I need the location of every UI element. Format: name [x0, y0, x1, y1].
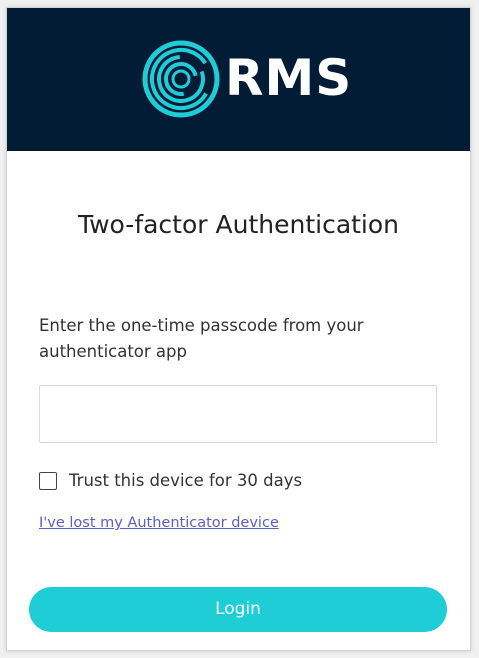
login-card: RMS Two-factor Authentication Enter the …: [6, 7, 471, 651]
trust-device-label[interactable]: Trust this device for 30 days: [69, 470, 302, 492]
brand-header: RMS: [7, 8, 470, 151]
lost-authenticator-link[interactable]: I've lost my Authenticator device: [39, 513, 279, 533]
trust-device-row[interactable]: Trust this device for 30 days: [39, 470, 302, 492]
brand-name: RMS: [225, 49, 353, 107]
passcode-input[interactable]: [39, 385, 437, 443]
brand-logo: RMS: [141, 39, 351, 119]
rms-ring-logo-icon: [142, 40, 220, 118]
instructions-text: Enter the one-time passcode from your au…: [39, 316, 364, 361]
page-title: Two-factor Authentication: [77, 210, 400, 239]
trust-device-checkbox[interactable]: [39, 472, 57, 490]
login-button[interactable]: Login: [29, 587, 447, 632]
